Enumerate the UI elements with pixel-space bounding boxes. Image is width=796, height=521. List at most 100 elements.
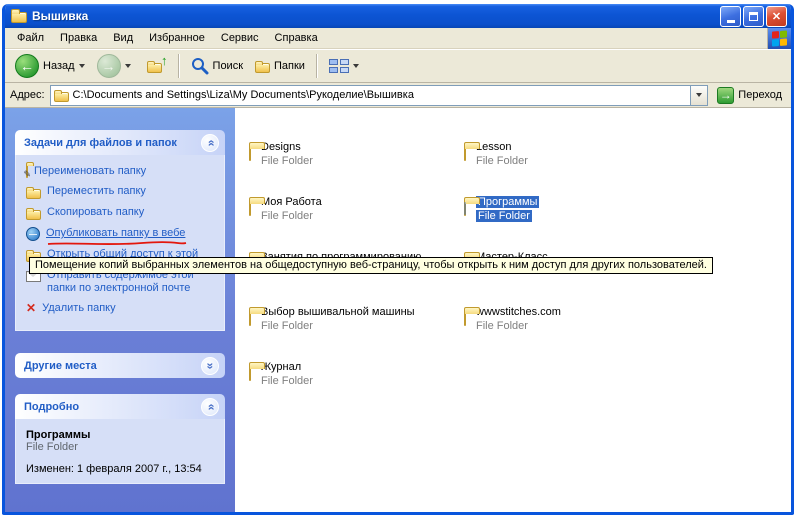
menu-file[interactable]: Файл [9, 28, 52, 49]
views-button[interactable] [325, 56, 363, 76]
menu-favorites[interactable]: Избранное [141, 28, 213, 49]
menu-help[interactable]: Справка [267, 28, 326, 49]
other-places-title: Другие места [24, 360, 97, 372]
task-label: Переместить папку [47, 185, 146, 198]
search-button[interactable]: Поиск [187, 55, 247, 77]
views-dropdown-icon[interactable] [353, 64, 359, 68]
window-controls: ✕ [720, 6, 787, 27]
other-places-header[interactable]: Другие места » [15, 353, 225, 378]
file-item-designs[interactable]: Designs File Folder [249, 126, 464, 181]
search-label: Поиск [213, 60, 243, 72]
task-publish-folder[interactable]: Опубликовать папку в вебе [26, 227, 218, 241]
up-arrow-icon: ↑ [161, 53, 168, 68]
menu-edit[interactable]: Правка [52, 28, 105, 49]
collapse-chevron-icon[interactable]: » [201, 398, 219, 416]
file-type: File Folder [261, 155, 313, 167]
file-name: Моя Работа [261, 196, 322, 208]
file-name: Lesson [476, 141, 528, 153]
details-panel: Подробно » Программы File Folder Изменен… [15, 394, 225, 484]
details-panel-title: Подробно [24, 401, 79, 413]
views-icon [329, 58, 349, 74]
file-item-lesson[interactable]: Lesson File Folder [464, 126, 744, 181]
details-panel-header[interactable]: Подробно » [15, 394, 225, 419]
pencil-icon: ✎ [23, 169, 31, 180]
folders-button[interactable]: Папки [251, 57, 309, 75]
details-name: Программы [26, 429, 218, 441]
address-label: Адрес: [10, 89, 45, 101]
publish-web-icon [26, 227, 40, 241]
task-label: Опубликовать папку в вебе [46, 227, 185, 240]
task-delete-folder[interactable]: ✕ Удалить папку [26, 302, 218, 315]
folder-icon [249, 312, 251, 326]
folder-icon [464, 147, 466, 161]
expand-chevron-icon[interactable]: » [201, 357, 219, 375]
file-type: File Folder [476, 210, 532, 222]
folders-icon [255, 63, 270, 73]
file-item-zhurnal[interactable]: Журнал File Folder [249, 346, 464, 401]
address-dropdown-button[interactable] [690, 86, 707, 105]
close-button[interactable]: ✕ [766, 6, 787, 27]
address-bar: Адрес: C:\Documents and Settings\Liza\My… [5, 83, 791, 108]
file-type: File Folder [261, 320, 415, 332]
task-rename-folder[interactable]: ✎ Переименовать папку [26, 165, 218, 178]
task-label: Скопировать папку [47, 206, 144, 219]
other-places-panel: Другие места » [15, 353, 225, 378]
file-name: Выбор вышивальной машины [261, 306, 415, 318]
task-label: Переименовать папку [34, 165, 146, 178]
titlebar[interactable]: Вышивка ✕ [5, 4, 791, 28]
file-type: File Folder [476, 320, 561, 332]
file-name: Designs [261, 141, 313, 153]
toolbar-separator [178, 54, 180, 78]
menu-tools[interactable]: Сервис [213, 28, 267, 49]
go-label: Переход [738, 89, 782, 101]
window-title: Вышивка [32, 9, 715, 23]
details-panel-body: Программы File Folder Изменен: 1 февраля… [15, 419, 225, 484]
task-copy-folder[interactable]: Скопировать папку [26, 206, 218, 220]
tasks-panel: Задачи для файлов и папок » ✎ Переименов… [15, 130, 225, 331]
folder-icon [249, 367, 251, 381]
content: Задачи для файлов и папок » ✎ Переименов… [5, 108, 791, 512]
file-list-area[interactable]: Designs File Folder Lesson File Folder М… [235, 108, 791, 512]
windows-logo-icon [767, 28, 791, 49]
back-dropdown-icon[interactable] [79, 64, 85, 68]
address-folder-icon [54, 92, 69, 102]
file-type: File Folder [476, 155, 528, 167]
back-button[interactable]: ← Назад [11, 52, 89, 80]
up-button[interactable]: ↑ [139, 53, 171, 79]
menu-view[interactable]: Вид [105, 28, 141, 49]
forward-dropdown-icon[interactable] [125, 64, 131, 68]
folder-icon [464, 312, 466, 326]
copy-folder-icon [26, 210, 41, 220]
back-icon: ← [15, 54, 39, 78]
file-item-vybor-mashiny[interactable]: Выбор вышивальной машины File Folder [249, 291, 464, 346]
file-item-programmy-selected[interactable]: Программы File Folder [464, 181, 744, 236]
details-modified: Изменен: 1 февраля 2007 г., 13:54 [26, 463, 218, 475]
file-name: Программы [476, 196, 539, 208]
minimize-button[interactable] [720, 6, 741, 27]
file-name: wwwstitches.com [476, 306, 561, 318]
task-move-folder[interactable]: Переместить папку [26, 185, 218, 199]
back-label: Назад [43, 60, 75, 72]
maximize-button[interactable] [743, 6, 764, 27]
file-type: File Folder [261, 210, 322, 222]
tasks-panel-header[interactable]: Задачи для файлов и папок » [15, 130, 225, 155]
toolbar-separator [316, 54, 318, 78]
folder-icon [249, 202, 251, 216]
folder-icon [249, 147, 251, 161]
toolbar: ← Назад → ↑ Поиск Папки [5, 49, 791, 83]
explorer-window: Вышивка ✕ Файл Правка Вид Избранное Серв… [2, 4, 794, 515]
tasks-panel-body: ✎ Переименовать папку Переместить папку … [15, 155, 225, 331]
forward-button[interactable]: → [93, 52, 135, 80]
task-label: Удалить папку [42, 302, 116, 315]
file-item-wwwstitches[interactable]: wwwstitches.com File Folder [464, 291, 744, 346]
collapse-chevron-icon[interactable]: » [201, 134, 219, 152]
forward-icon: → [97, 54, 121, 78]
go-button[interactable]: → Переход [713, 87, 786, 104]
file-name: Журнал [261, 361, 313, 373]
address-input[interactable]: C:\Documents and Settings\Liza\My Docume… [50, 85, 709, 106]
sidebar: Задачи для файлов и папок » ✎ Переименов… [5, 108, 235, 512]
move-folder-icon [26, 189, 41, 199]
file-type: File Folder [261, 375, 313, 387]
folders-label: Папки [274, 60, 305, 72]
file-item-moya-rabota[interactable]: Моя Работа File Folder [249, 181, 464, 236]
